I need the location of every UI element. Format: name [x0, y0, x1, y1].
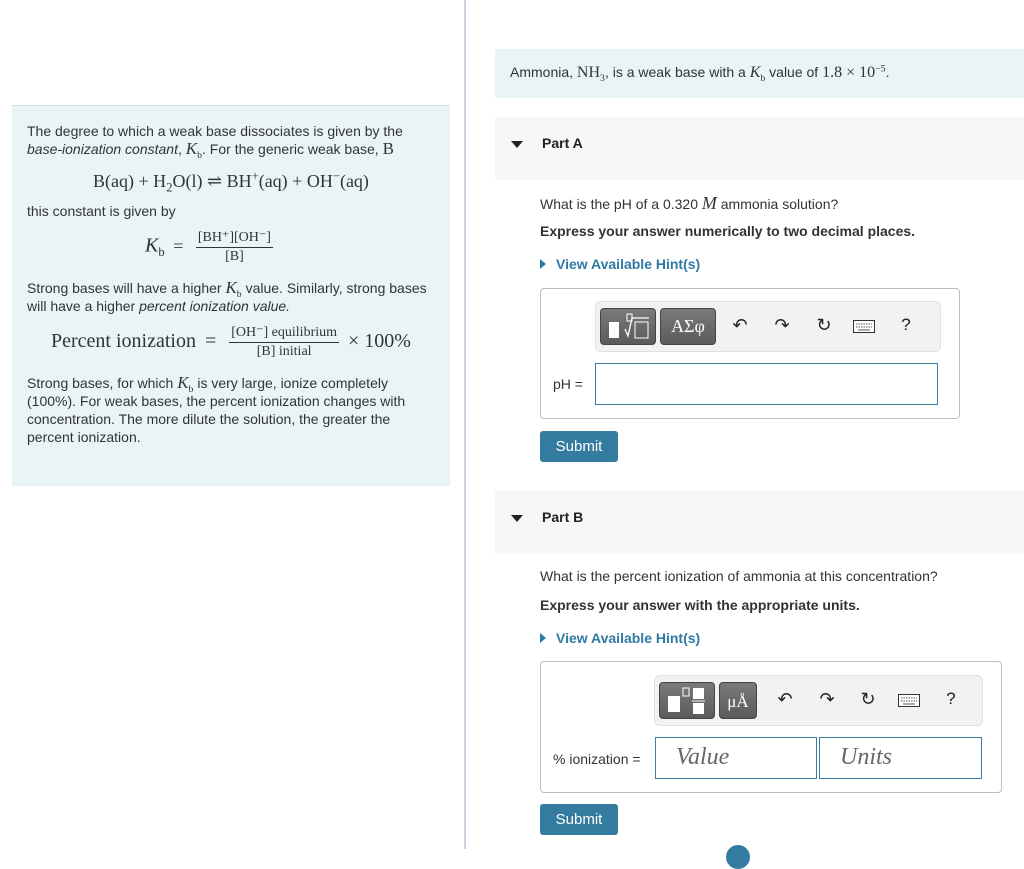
intro-paragraph-2: this constant is given by [27, 203, 176, 219]
undo-icon[interactable]: ↶ [729, 315, 751, 336]
expand-triangle-icon [540, 259, 546, 269]
part-a-submit-button[interactable]: Submit [540, 431, 618, 462]
part-b-question: What is the percent ionization of ammoni… [540, 568, 938, 584]
undo-icon[interactable]: ↶ [774, 689, 796, 710]
redo-icon[interactable]: ↷ [816, 689, 838, 710]
intro-panel: The degree to which a weak base dissocia… [12, 105, 450, 486]
part-a-title: Part A [542, 135, 583, 151]
part-a-toolbar: ΑΣφ ↶ ↷ ↻ ? [595, 301, 941, 352]
part-a-header[interactable]: Part A [495, 117, 1024, 180]
intro-paragraph-3: Strong bases will have a higher Kb value… [27, 278, 427, 315]
help-icon[interactable]: ? [895, 315, 917, 335]
root-template-icon [609, 313, 649, 339]
reset-icon[interactable]: ↻ [857, 689, 879, 710]
intro-paragraph-4: Strong bases, for which Kb is very large… [27, 373, 406, 446]
part-b-submit-button[interactable]: Submit [540, 804, 618, 835]
greek-symbols-button[interactable]: ΑΣφ [660, 308, 716, 345]
reaction-equation: B(aq) + H2O(l) ⇌ BH+(aq) + OH−(aq) [93, 169, 369, 195]
percent-ionization-equation: Percent ionization = [OH⁻] equilibrium [… [51, 325, 411, 359]
part-b-instruction: Express your answer with the appropriate… [540, 597, 860, 613]
reset-icon[interactable]: ↻ [813, 315, 835, 336]
units-input[interactable]: Units [819, 737, 982, 779]
help-icon[interactable]: ? [940, 689, 962, 709]
panel-divider[interactable] [464, 0, 466, 849]
keyboard-icon[interactable] [898, 692, 920, 713]
part-a-hint-link[interactable]: View Available Hint(s) [540, 256, 700, 272]
part-b-hint-link[interactable]: View Available Hint(s) [540, 630, 700, 646]
part-b-answer-box: μÅ ↶ ↷ ↻ ? % ionization = Value Units [540, 661, 1002, 793]
value-input[interactable]: Value [655, 737, 817, 779]
part-a-question: What is the pH of a 0.320 M ammonia solu… [540, 193, 839, 213]
kb-fraction: [BH⁺][OH⁻] [B] [195, 230, 273, 264]
percent-ionization-fraction: [OH⁻] equilibrium [B] initial [229, 325, 340, 359]
ph-label: pH = [553, 376, 583, 392]
problem-statement: Ammonia, NH3, is a weak base with a Kb v… [495, 49, 1024, 98]
intro-paragraph-1: The degree to which a weak base dissocia… [27, 123, 403, 161]
value-placeholder: Value [676, 744, 730, 770]
ph-input[interactable] [595, 363, 938, 405]
keyboard-icon[interactable] [853, 318, 875, 339]
kb-equation: Kb = [BH⁺][OH⁻] [B] [145, 230, 273, 264]
collapse-triangle-icon[interactable] [511, 515, 523, 522]
part-b-title: Part B [542, 509, 584, 525]
redo-icon[interactable]: ↷ [771, 315, 793, 336]
expand-triangle-icon [540, 633, 546, 643]
percent-ionization-label: % ionization = [553, 751, 641, 767]
collapse-triangle-icon[interactable] [511, 141, 523, 148]
part-b-toolbar: μÅ ↶ ↷ ↻ ? [654, 675, 983, 726]
templates-button[interactable] [659, 682, 715, 719]
units-button[interactable]: μÅ [719, 682, 757, 719]
part-a-instruction: Express your answer numerically to two d… [540, 223, 916, 239]
units-placeholder: Units [840, 744, 893, 770]
part-a-answer-box: ΑΣφ ↶ ↷ ↻ ? pH = [540, 288, 960, 419]
fraction-template-icon [668, 687, 705, 714]
part-b-header[interactable]: Part B [495, 491, 1024, 554]
templates-button[interactable] [600, 308, 656, 345]
